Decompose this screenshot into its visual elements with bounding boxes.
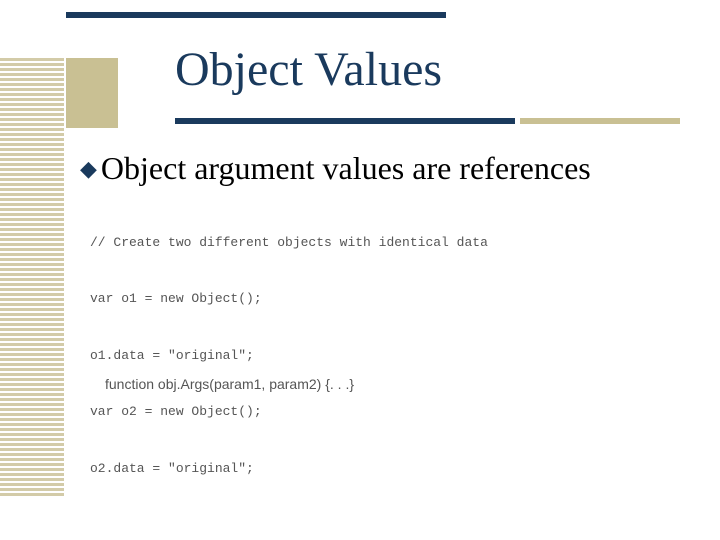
- top-horizontal-rule: [66, 12, 446, 18]
- side-accent-block: [66, 58, 118, 128]
- code-snippet: // Create two different objects with ide…: [90, 196, 680, 540]
- code-line: var o2 = new Object();: [90, 403, 680, 422]
- function-definition-text: function obj.Args(param1, param2) {. . .…: [105, 376, 354, 392]
- slide: Object Values ◆ Object argument values a…: [0, 0, 720, 540]
- bullet-text: Object argument values are references: [101, 150, 591, 187]
- code-line: // Create two different objects with ide…: [90, 234, 680, 253]
- code-line: var o1 = new Object();: [90, 290, 680, 309]
- side-stripe-decoration: [0, 58, 64, 498]
- title-underline-accent: [520, 118, 680, 124]
- bullet-item: ◆ Object argument values are references: [80, 150, 591, 187]
- diamond-bullet-icon: ◆: [80, 158, 97, 180]
- title-underline-primary: [175, 118, 515, 124]
- code-line: o1.data = "original";: [90, 347, 680, 366]
- code-line: o2.data = "original";: [90, 460, 680, 479]
- slide-title: Object Values: [175, 42, 442, 97]
